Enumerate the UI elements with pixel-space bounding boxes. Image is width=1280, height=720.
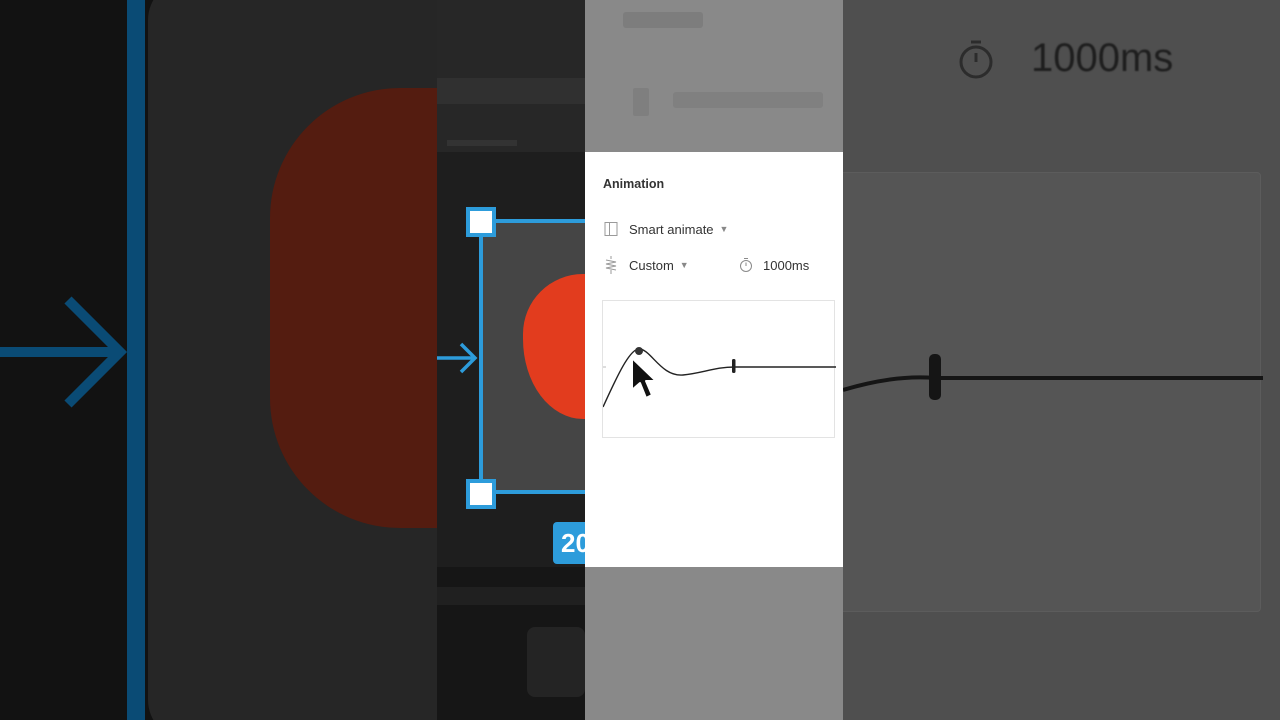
ghost-bar <box>673 92 823 108</box>
panel-title: Animation <box>603 177 665 191</box>
transition-label: Smart animate <box>629 221 714 237</box>
mouse-pointer-icon <box>631 357 657 399</box>
chevron-down-icon: ▼ <box>719 224 729 234</box>
transition-dropdown[interactable]: Smart animate ▼ <box>603 220 728 238</box>
easing-label: Custom <box>629 257 674 273</box>
background-duration-text: 1000ms <box>1031 36 1174 80</box>
duration-value: 1000ms <box>763 257 810 273</box>
duration-field[interactable]: 1000ms <box>739 256 809 274</box>
animation-panel: Animation Smart animate ▼ Custom ▼ 1000m… <box>585 152 843 567</box>
background-heart-shape <box>270 88 437 528</box>
background-curve-line <box>843 354 1263 400</box>
ghost-bar <box>633 88 649 116</box>
prototype-arrow-icon[interactable] <box>437 340 481 380</box>
timer-icon <box>740 258 752 272</box>
canvas-dim-bar <box>437 587 585 605</box>
design-canvas[interactable]: 20 <box>437 0 585 720</box>
resize-handle-top-left[interactable] <box>466 207 496 237</box>
curve-settle-marker[interactable] <box>732 359 736 373</box>
canvas-dim-bar <box>437 78 585 104</box>
curve-peak-handle[interactable] <box>635 347 643 355</box>
chevron-down-icon: ▼ <box>679 260 689 270</box>
background-zoom-left <box>0 0 437 720</box>
background-timer-icon <box>959 40 993 79</box>
panel-ghost-bottom <box>585 567 843 720</box>
background-zoom-right: 1000ms <box>843 0 1280 720</box>
canvas-dim-top <box>437 0 585 152</box>
size-badge: 20 <box>553 522 585 564</box>
canvas-dim-bottom <box>437 567 585 720</box>
background-arrow-icon <box>0 296 128 408</box>
canvas-dim-bar <box>447 140 517 146</box>
resize-handle-bottom-left[interactable] <box>466 479 496 509</box>
panel-ghost-top <box>585 0 843 152</box>
canvas-dim-bar <box>527 627 585 697</box>
smart-animate-icon <box>604 222 618 236</box>
spring-icon <box>605 256 617 274</box>
ghost-bar <box>623 12 703 28</box>
easing-dropdown[interactable]: Custom ▼ <box>603 256 689 274</box>
